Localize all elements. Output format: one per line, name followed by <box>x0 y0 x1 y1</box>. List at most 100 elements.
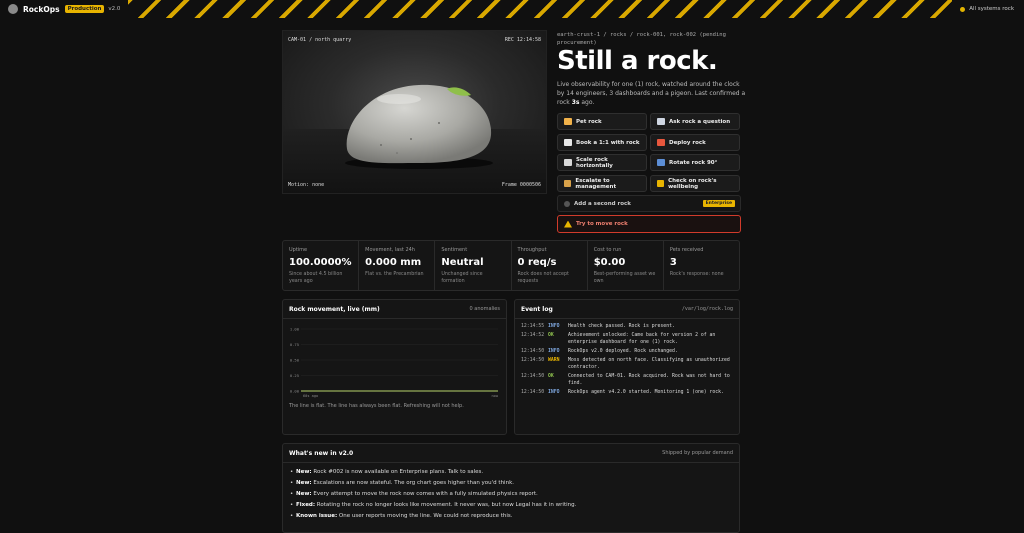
whats-new-item: New: Every attempt to move the rock now … <box>290 489 726 500</box>
event-log-path: /var/log/rock.log <box>681 306 733 312</box>
item-text: Rock #002 is now available on Enterprise… <box>311 469 484 475</box>
whats-new-item: Known issue: One user reports moving the… <box>290 511 726 522</box>
y-tick-label: 0.50 <box>290 358 300 363</box>
stat-label: Movement, last 24h <box>365 247 415 253</box>
y-tick-label: 0.75 <box>290 342 299 347</box>
log-level: WARN <box>548 358 560 363</box>
event-log-header: Event log /var/log/rock.log <box>515 300 739 319</box>
log-message: RockOps agent v4.2.0 started. Monitoring… <box>568 390 724 395</box>
stat-cost: Cost to run $0.00 Best-performing asset we… <box>588 241 664 290</box>
warning-icon <box>657 180 665 187</box>
item-tag: New: <box>296 469 312 475</box>
top-bar: RockOps Production v2.0 All systems rock <box>0 0 1024 18</box>
log-row: 12:14:52 OK Achievement unlocked: Came bac… <box>521 332 733 346</box>
brand-block: RockOps Production v2.0 <box>0 0 129 18</box>
log-level: INFO <box>548 324 560 329</box>
camera-motion: Motion: none <box>288 182 325 188</box>
whats-new-item: New: Rock #002 is now available on Enter… <box>290 467 726 478</box>
anomalies-count: 0 anomalies <box>469 306 500 312</box>
action-label: Rotate rock 90° <box>669 159 718 166</box>
stat-throughput: Throughput 0 req/s Rock does not accept re… <box>512 241 588 290</box>
stat-value: 3 <box>669 257 677 268</box>
system-status-text: All systems rock <box>969 6 1014 12</box>
log-timestamp: 12:14:50 <box>521 390 545 395</box>
movement-title: Rock movement, live (mm) <box>289 305 380 313</box>
log-level: INFO <box>548 390 560 395</box>
item-text: Rotating the rock no longer looks like m… <box>315 502 577 508</box>
rock-image[interactable] <box>341 83 493 169</box>
camera-rec-time: REC 12:14:58 <box>504 37 541 43</box>
stat-sentiment: Sentiment Neutral Unchanged since formatio… <box>435 241 512 290</box>
log-row: 12:14:50 WARN Moss detected on north face.… <box>521 357 733 371</box>
camera-feed: CAM-01 / north quarry REC 12:14:58 Motio… <box>282 30 547 194</box>
action-button-pet-rock[interactable]: Pet rock <box>557 113 647 130</box>
action-button-deploy-rock[interactable]: Deploy rock <box>650 134 740 151</box>
system-status: All systems rock <box>952 0 1024 18</box>
add-second-rock-button[interactable]: Add a second rock Enterprise <box>557 195 741 212</box>
movement-note: The line is flat. The line has always be… <box>289 403 464 409</box>
whats-new-meta: Shipped by popular demand <box>662 450 733 456</box>
x-axis-label: now <box>492 394 499 398</box>
stat-value: 0 req/s <box>517 257 557 268</box>
stat-label: Pets received <box>669 247 704 253</box>
movement-panel: Rock movement, live (mm) 0 anomalies 1.0… <box>282 299 507 435</box>
action-label: Check on rock's wellbeing <box>668 177 717 190</box>
chart-icon <box>564 159 572 166</box>
stat-value: $0.00 <box>593 257 626 268</box>
action-button-book-a-1-1-with-rock[interactable]: Book a 1:1 with rock <box>557 134 647 151</box>
environment-badge: Production <box>64 5 105 13</box>
log-level: INFO <box>548 349 560 354</box>
desc-text-end: ago. <box>579 99 595 106</box>
x-axis-label: 60s ago <box>303 394 318 398</box>
log-message: Connected to CAM-01. Rock acquired. Rock… <box>568 374 730 386</box>
log-row: 12:14:50 INFO RockOps agent v4.2.0 started… <box>521 389 733 396</box>
whats-new-title: What's new in v2.0 <box>289 449 354 457</box>
action-label: Scale rock horizontally <box>575 156 613 169</box>
stat-label: Throughput <box>517 247 547 253</box>
speech-bubble-icon <box>657 118 665 125</box>
log-row: 12:14:55 INFO Health check passed. Rock is… <box>521 323 733 330</box>
action-button-escalate-to-management[interactable]: Escalate to management <box>557 175 647 192</box>
log-timestamp: 12:14:50 <box>521 358 545 363</box>
log-row: 12:14:50 OK Connected to CAM-01. Rock acqu… <box>521 373 733 387</box>
log-timestamp: 12:14:50 <box>521 349 545 354</box>
action-button-check-on-rock-s-wellbeing[interactable]: Check on rock's wellbeing <box>650 175 740 192</box>
stat-value: Neutral <box>441 257 484 268</box>
warning-icon <box>564 220 572 228</box>
stat-label: Cost to run <box>593 247 622 253</box>
stat-sub: Rock does not accept requests <box>517 272 569 284</box>
action-label: Book a 1:1 with rock <box>576 139 640 146</box>
brand-name[interactable]: RockOps <box>23 5 60 14</box>
log-timestamp: 12:14:55 <box>521 324 545 329</box>
camera-frame: Frame 0000506 <box>501 182 541 188</box>
log-timestamp: 12:14:52 <box>521 333 545 338</box>
version-label: v2.0 <box>108 6 121 12</box>
event-log-panel: Event log /var/log/rock.log 12:14:55 INFO… <box>514 299 740 435</box>
status-dot-icon <box>960 6 966 12</box>
log-level: OK <box>548 333 554 338</box>
move-rock-button[interactable]: Try to move rock <box>557 215 741 233</box>
add-second-rock-label: Add a second rock <box>574 200 631 207</box>
action-button-rotate-rock-90[interactable]: Rotate rock 90° <box>650 154 740 171</box>
item-tag: Fixed: <box>296 502 316 508</box>
stats-bar: Uptime 100.0000% Since about 4.5 billion y… <box>282 240 740 291</box>
action-label: Ask rock a question <box>669 118 731 125</box>
hand-icon <box>564 118 572 125</box>
stat-pets: Pets received 3 Rock's response: none <box>664 241 739 290</box>
movement-header: Rock movement, live (mm) 0 anomalies <box>283 300 506 319</box>
log-message: Moss detected on north face. Classifying… <box>568 358 730 370</box>
page-description: Live observability for one (1) rock, wat… <box>557 80 747 107</box>
rotate-icon <box>657 159 665 166</box>
stat-uptime: Uptime 100.0000% Since about 4.5 billion y… <box>283 241 360 290</box>
page-title: Still a rock. <box>557 46 718 76</box>
action-button-ask-rock-a-question[interactable]: Ask rock a question <box>650 113 740 130</box>
item-tag: Known issue: <box>296 513 338 519</box>
item-tag: New: <box>296 480 312 486</box>
log-message: Achievement unlocked: Came back for vers… <box>568 333 716 345</box>
action-label: Escalate to management <box>575 177 617 190</box>
stat-sub: Since about 4.5 billion years ago <box>289 272 343 284</box>
action-button-scale-rock-horizontally[interactable]: Scale rock horizontally <box>557 154 647 171</box>
stat-movement: Movement, last 24h 0.000 mm Flat vs. the P… <box>359 241 436 290</box>
stat-value: 100.0000% <box>289 257 352 268</box>
item-text: Escalations are now stateful. The org ch… <box>311 480 514 486</box>
